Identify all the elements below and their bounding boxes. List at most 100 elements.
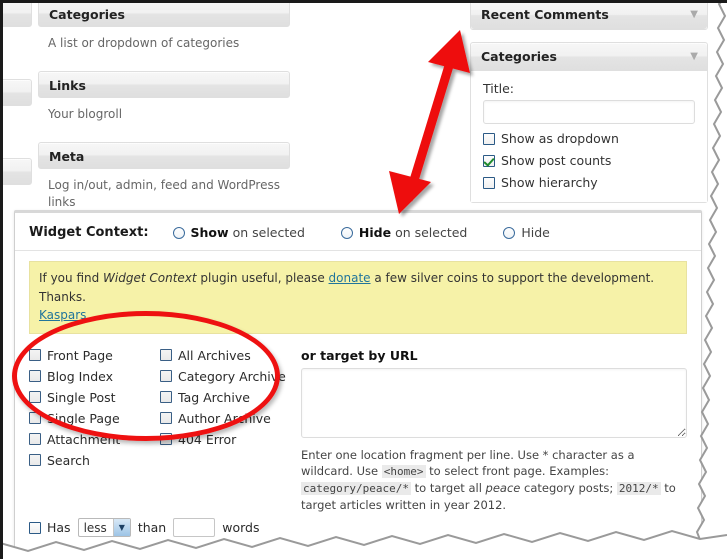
- condition-author-archive[interactable]: Author Archive: [160, 411, 291, 426]
- condition-single-page[interactable]: Single Page: [29, 411, 160, 426]
- screenshot-root: Categories A list or dropdown of categor…: [0, 0, 727, 559]
- radio-show-on-selected[interactable]: Show on selected: [172, 225, 305, 240]
- condition-front-page[interactable]: Front Page: [29, 348, 160, 363]
- sidebar-column: Recent Comments ▼ Categories ▼ Title: Sh…: [470, 0, 708, 215]
- condition-blog-index[interactable]: Blog Index: [29, 369, 160, 384]
- widget-box-partial-1: [0, 0, 32, 53]
- widget-desc-partial-2: [0, 106, 32, 132]
- option-show-as-dropdown[interactable]: Show as dropdown: [483, 131, 695, 146]
- radio-icon[interactable]: [340, 226, 353, 239]
- condition-category-archive[interactable]: Category Archive: [160, 369, 291, 384]
- option-label: Show post counts: [501, 153, 612, 168]
- sidebar-body-categories: Title: Show as dropdown Show post counts…: [471, 71, 707, 202]
- option-label: Show hierarchy: [501, 175, 598, 190]
- conditions-column-1: Front Page Blog Index Single Post Single…: [29, 348, 160, 474]
- checkbox-icon[interactable]: [29, 521, 41, 534]
- checkbox-icon[interactable]: [29, 411, 41, 424]
- sidebar-head-recent-comments[interactable]: Recent Comments ▼: [471, 1, 707, 29]
- option-show-post-counts[interactable]: Show post counts: [483, 153, 695, 168]
- sidebar-title-recent-comments: Recent Comments: [481, 7, 609, 22]
- radio-hide[interactable]: Hide: [503, 225, 550, 240]
- condition-search[interactable]: Search: [29, 453, 160, 468]
- word-rule-prefix: Has: [47, 520, 71, 535]
- donate-link[interactable]: donate: [329, 271, 371, 285]
- radio-label-strong: Hide: [358, 225, 392, 240]
- condition-label: Tag Archive: [178, 389, 250, 405]
- help-text-3: to target all: [410, 481, 486, 496]
- widget-item-links[interactable]: Links Your blogroll: [38, 71, 290, 124]
- condition-label: Category Archive: [178, 368, 286, 384]
- author-link[interactable]: Kaspars: [39, 308, 86, 322]
- widget-head-links[interactable]: Links: [38, 71, 290, 99]
- word-rule-select[interactable]: less ▼: [77, 518, 131, 537]
- target-by-url-textarea[interactable]: [301, 367, 687, 438]
- option-label: Show as dropdown: [501, 131, 619, 146]
- checkbox-icon[interactable]: [160, 432, 172, 445]
- condition-all-archives[interactable]: All Archives: [160, 348, 291, 363]
- help-code-home: <home>: [381, 465, 426, 479]
- chevron-down-icon[interactable]: ▼: [112, 519, 130, 536]
- checkbox-icon[interactable]: [29, 390, 41, 403]
- target-by-url-section: or target by URL Enter one location frag…: [291, 348, 687, 514]
- radio-label-strong: Hide: [521, 225, 550, 240]
- condition-label: Author Archive: [178, 410, 271, 426]
- checkbox-icon[interactable]: [29, 348, 41, 361]
- checkbox-icon[interactable]: [160, 411, 172, 424]
- widget-item-meta[interactable]: Meta Log in/out, admin, feed and WordPre…: [38, 142, 290, 211]
- condition-single-post[interactable]: Single Post: [29, 390, 160, 405]
- condition-label: Single Post: [47, 389, 116, 405]
- checkbox-icon[interactable]: [160, 369, 172, 382]
- checkbox-checked-icon[interactable]: [483, 154, 495, 167]
- checkbox-icon[interactable]: [29, 453, 41, 466]
- target-by-url-title: or target by URL: [301, 347, 418, 363]
- sidebar-head-categories[interactable]: Categories ▼: [471, 43, 707, 71]
- word-count-input[interactable]: [173, 518, 216, 537]
- radio-label-rest: on selected: [232, 225, 305, 240]
- radio-icon[interactable]: [503, 226, 516, 239]
- condition-label: 404 Error: [178, 431, 237, 447]
- condition-attachment[interactable]: Attachment: [29, 432, 160, 447]
- condition-label: Front Page: [47, 347, 113, 363]
- checkbox-icon[interactable]: [483, 176, 495, 189]
- checkbox-icon[interactable]: [29, 369, 41, 382]
- word-rule-select-value: less: [83, 520, 107, 535]
- checkbox-icon[interactable]: [160, 390, 172, 403]
- donate-text-mid: plugin useful, please: [196, 271, 329, 285]
- radio-icon[interactable]: [172, 226, 185, 239]
- widget-head-categories[interactable]: Categories: [38, 0, 290, 27]
- sidebar-panel-recent-comments[interactable]: Recent Comments ▼: [470, 0, 708, 30]
- available-widgets-column: Categories A list or dropdown of categor…: [38, 0, 290, 223]
- widget-item-categories[interactable]: Categories A list or dropdown of categor…: [38, 0, 290, 53]
- donate-text-pre: If you find: [39, 271, 104, 285]
- sidebar-panel-categories: Categories ▼ Title: Show as dropdown Sho…: [470, 42, 708, 203]
- radio-hide-on-selected[interactable]: Hide on selected: [340, 225, 467, 240]
- title-input[interactable]: [483, 100, 695, 124]
- help-text-4: category posts;: [520, 481, 617, 496]
- frame-top-border: [0, 0, 727, 3]
- widget-head-partial-2: [0, 79, 32, 107]
- condition-label: Single Page: [47, 410, 120, 426]
- word-rule-middle: than: [137, 520, 167, 535]
- option-show-hierarchy[interactable]: Show hierarchy: [483, 175, 695, 190]
- chevron-down-icon[interactable]: ▼: [690, 43, 698, 71]
- notes-title: Notes (invisible to public): [29, 551, 211, 559]
- checkbox-icon[interactable]: [483, 132, 495, 145]
- checkbox-icon[interactable]: [160, 348, 172, 361]
- widget-head-meta[interactable]: Meta: [38, 142, 290, 170]
- condition-tag-archive[interactable]: Tag Archive: [160, 390, 291, 405]
- widget-desc-links: Your blogroll: [48, 107, 123, 122]
- chevron-down-icon[interactable]: ▼: [690, 1, 698, 29]
- help-code-category: category/peace/*: [301, 482, 411, 496]
- widget-column-partial: [0, 0, 32, 196]
- condition-label: All Archives: [178, 347, 251, 363]
- widget-context-label: Widget Context:: [29, 225, 149, 240]
- target-by-url-help: Enter one location fragment per line. Us…: [301, 447, 687, 514]
- sidebar-title-categories: Categories: [481, 49, 557, 64]
- notes-section: Notes (invisible to public): [15, 537, 701, 559]
- condition-404-error[interactable]: 404 Error: [160, 432, 291, 447]
- widget-title-categories: Categories: [49, 7, 125, 22]
- widget-head-partial-3: [0, 158, 32, 186]
- radio-label-strong: Show: [190, 225, 229, 240]
- condition-label: Attachment: [47, 431, 121, 447]
- checkbox-icon[interactable]: [29, 432, 41, 445]
